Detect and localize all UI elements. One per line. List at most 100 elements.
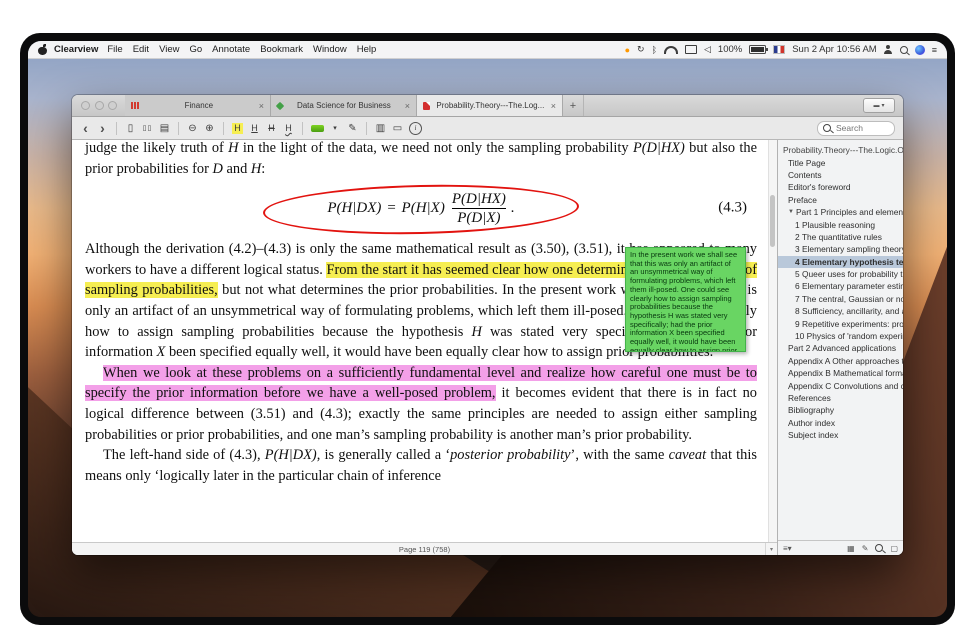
toc-item[interactable]: 8 Sufficiency, ancillarity, and al...	[778, 305, 903, 317]
toc-item[interactable]: Contents	[778, 169, 903, 181]
tab-probability-theory-the-log[interactable]: Probability.Theory---The.Log... ×	[417, 95, 563, 116]
outline-mode-button[interactable]: ≡▾	[783, 544, 792, 553]
menu-file[interactable]: File	[107, 44, 122, 55]
back-button[interactable]: ‹	[80, 120, 91, 136]
tab-data-science-for-business[interactable]: Data Science for Business×	[271, 95, 417, 116]
toc-item[interactable]: Appendix C Convolutions and cu...	[778, 379, 903, 391]
underline-tool[interactable]: H	[249, 120, 260, 136]
orange-status-icon[interactable]: ●	[625, 45, 630, 55]
menu-window[interactable]: Window	[313, 44, 347, 55]
toc-item[interactable]: Appendix B Mathematical formalit...	[778, 367, 903, 379]
toolbar-icons: ‹›▯▯▯▤⊖⊕HHHH▾✎▥▭i	[80, 120, 422, 136]
vertical-scrollbar[interactable]	[768, 140, 777, 542]
note-annotation-tool[interactable]: ✎	[347, 120, 358, 136]
scrollbar-thumb[interactable]	[770, 195, 775, 247]
toc-item[interactable]: Bibliography	[778, 404, 903, 416]
sticky-note-annotation[interactable]: In the present work we shall see that th…	[625, 247, 746, 352]
menu-help[interactable]: Help	[357, 44, 377, 55]
zoom-out-button[interactable]: ⊖	[187, 120, 198, 136]
toc-item[interactable]: Preface	[778, 194, 903, 206]
highlight-tool[interactable]: H	[232, 123, 243, 134]
toc-item[interactable]: 6 Elementary parameter estima...	[778, 280, 903, 292]
toc-item[interactable]: 9 Repetitive experiments: prob...	[778, 317, 903, 329]
squiggly-tool[interactable]: H	[283, 120, 294, 136]
toc-item-label: Author index	[788, 418, 835, 428]
battery-icon[interactable]	[749, 45, 766, 54]
thumbnails-panel-button[interactable]: ▦	[847, 544, 855, 553]
two-page-view-icon[interactable]: ▯▯	[142, 120, 153, 136]
thumbnail-panel-icon[interactable]: ▥	[375, 120, 386, 136]
menu-bookmark[interactable]: Bookmark	[260, 44, 303, 55]
menu-annotate[interactable]: Annotate	[212, 44, 250, 55]
toc-item-label: 10 Physics of 'random experim...	[795, 331, 903, 341]
notification-center-icon[interactable]: ≡	[932, 45, 937, 55]
toc-item[interactable]: References	[778, 392, 903, 404]
single-page-view-icon[interactable]: ▯	[125, 120, 136, 136]
text-segment-i: posterior probability	[450, 447, 570, 463]
tab-label: Probability.Theory---The.Log...	[434, 101, 547, 110]
disclosure-triangle-icon[interactable]: ▼	[788, 209, 794, 215]
toc-item-label: 5 Queer uses for probability th...	[795, 269, 903, 279]
toc-item[interactable]: Part 2 Advanced applications	[778, 342, 903, 354]
apple-menu-icon[interactable]	[38, 45, 47, 55]
reading-mode-icon[interactable]: ▭	[392, 120, 403, 136]
sidebar-search-field[interactable]	[817, 121, 895, 136]
window-body: judge the likely truth of H in the light…	[72, 140, 903, 555]
marker-dropdown-icon[interactable]: ▾	[330, 120, 341, 136]
toc-item[interactable]: Editor's foreword	[778, 181, 903, 193]
zoom-button[interactable]	[108, 101, 117, 110]
siri-icon[interactable]	[915, 45, 925, 55]
bookmarks-panel-button[interactable]: ▢	[890, 544, 898, 553]
close-button[interactable]	[81, 101, 90, 110]
tab-overview-button[interactable]: ▬▾	[863, 98, 895, 113]
marker-pen-tool[interactable]	[311, 125, 324, 132]
wifi-icon[interactable]	[664, 46, 678, 54]
toc-item-label: Title Page	[788, 158, 825, 168]
toc-item[interactable]: 4 Elementary hypothesis testing	[778, 256, 903, 268]
toc-item-label: Subject index	[788, 430, 838, 440]
toc-item[interactable]: 7 The central, Gaussian or nor...	[778, 293, 903, 305]
tab-close-icon[interactable]: ×	[551, 101, 556, 111]
sync-icon[interactable]: ↻	[637, 44, 645, 55]
user-account-icon[interactable]	[884, 45, 893, 54]
toolbar: ‹›▯▯▯▤⊖⊕HHHH▾✎▥▭i	[72, 117, 903, 140]
menu-go[interactable]: Go	[189, 44, 202, 55]
spotlight-search-icon[interactable]	[900, 46, 908, 54]
annotations-panel-button[interactable]: ✎	[862, 544, 869, 553]
red-ellipse-annotation[interactable]	[263, 182, 580, 238]
toc-item[interactable]: Title Page	[778, 156, 903, 168]
toc-item[interactable]: 3 Elementary sampling theory	[778, 243, 903, 255]
input-language-flag-icon[interactable]	[773, 45, 785, 54]
search-input[interactable]	[834, 122, 884, 134]
toc-item[interactable]: ▼Part 1 Principles and elementary...	[778, 206, 903, 218]
menu-bar-clock[interactable]: Sun 2 Apr 10:56 AM	[792, 44, 877, 55]
new-tab-button[interactable]: +	[563, 95, 584, 116]
bluetooth-icon[interactable]: ᛒ	[652, 45, 657, 55]
forward-button[interactable]: ›	[97, 120, 108, 136]
continuous-scroll-view-icon[interactable]: ▤	[159, 120, 170, 136]
search-results-button[interactable]	[875, 544, 883, 552]
menu-edit[interactable]: Edit	[133, 44, 149, 55]
airplay-display-icon[interactable]	[685, 45, 697, 54]
toc-item[interactable]: Subject index	[778, 429, 903, 441]
menu-view[interactable]: View	[159, 44, 179, 55]
volume-icon[interactable]: ◁	[704, 44, 711, 55]
scroll-down-button[interactable]: ▾	[765, 543, 777, 555]
tab-close-icon[interactable]: ×	[405, 101, 410, 111]
toc-item[interactable]: Author index	[778, 417, 903, 429]
app-menu[interactable]: Clearview	[54, 44, 98, 55]
toc-item[interactable]: Appendix A Other approaches to...	[778, 355, 903, 367]
tab-close-icon[interactable]: ×	[259, 101, 264, 111]
toc-item[interactable]: 2 The quantitative rules	[778, 231, 903, 243]
toc-item[interactable]: 10 Physics of 'random experim...	[778, 330, 903, 342]
toc-item[interactable]: 1 Plausible reasoning	[778, 218, 903, 230]
info-button[interactable]: i	[409, 122, 422, 135]
tab-label: Finance	[143, 101, 255, 110]
tab-finance[interactable]: Finance ×	[125, 95, 271, 116]
toc-item-label: Contents	[788, 170, 822, 180]
minimize-button[interactable]	[95, 101, 104, 110]
toc-item[interactable]: Probability.Theory---The.Logic.Of...	[778, 144, 903, 156]
toc-item[interactable]: 5 Queer uses for probability th...	[778, 268, 903, 280]
zoom-in-button[interactable]: ⊕	[204, 120, 215, 136]
strikethrough-tool[interactable]: H	[266, 120, 277, 136]
